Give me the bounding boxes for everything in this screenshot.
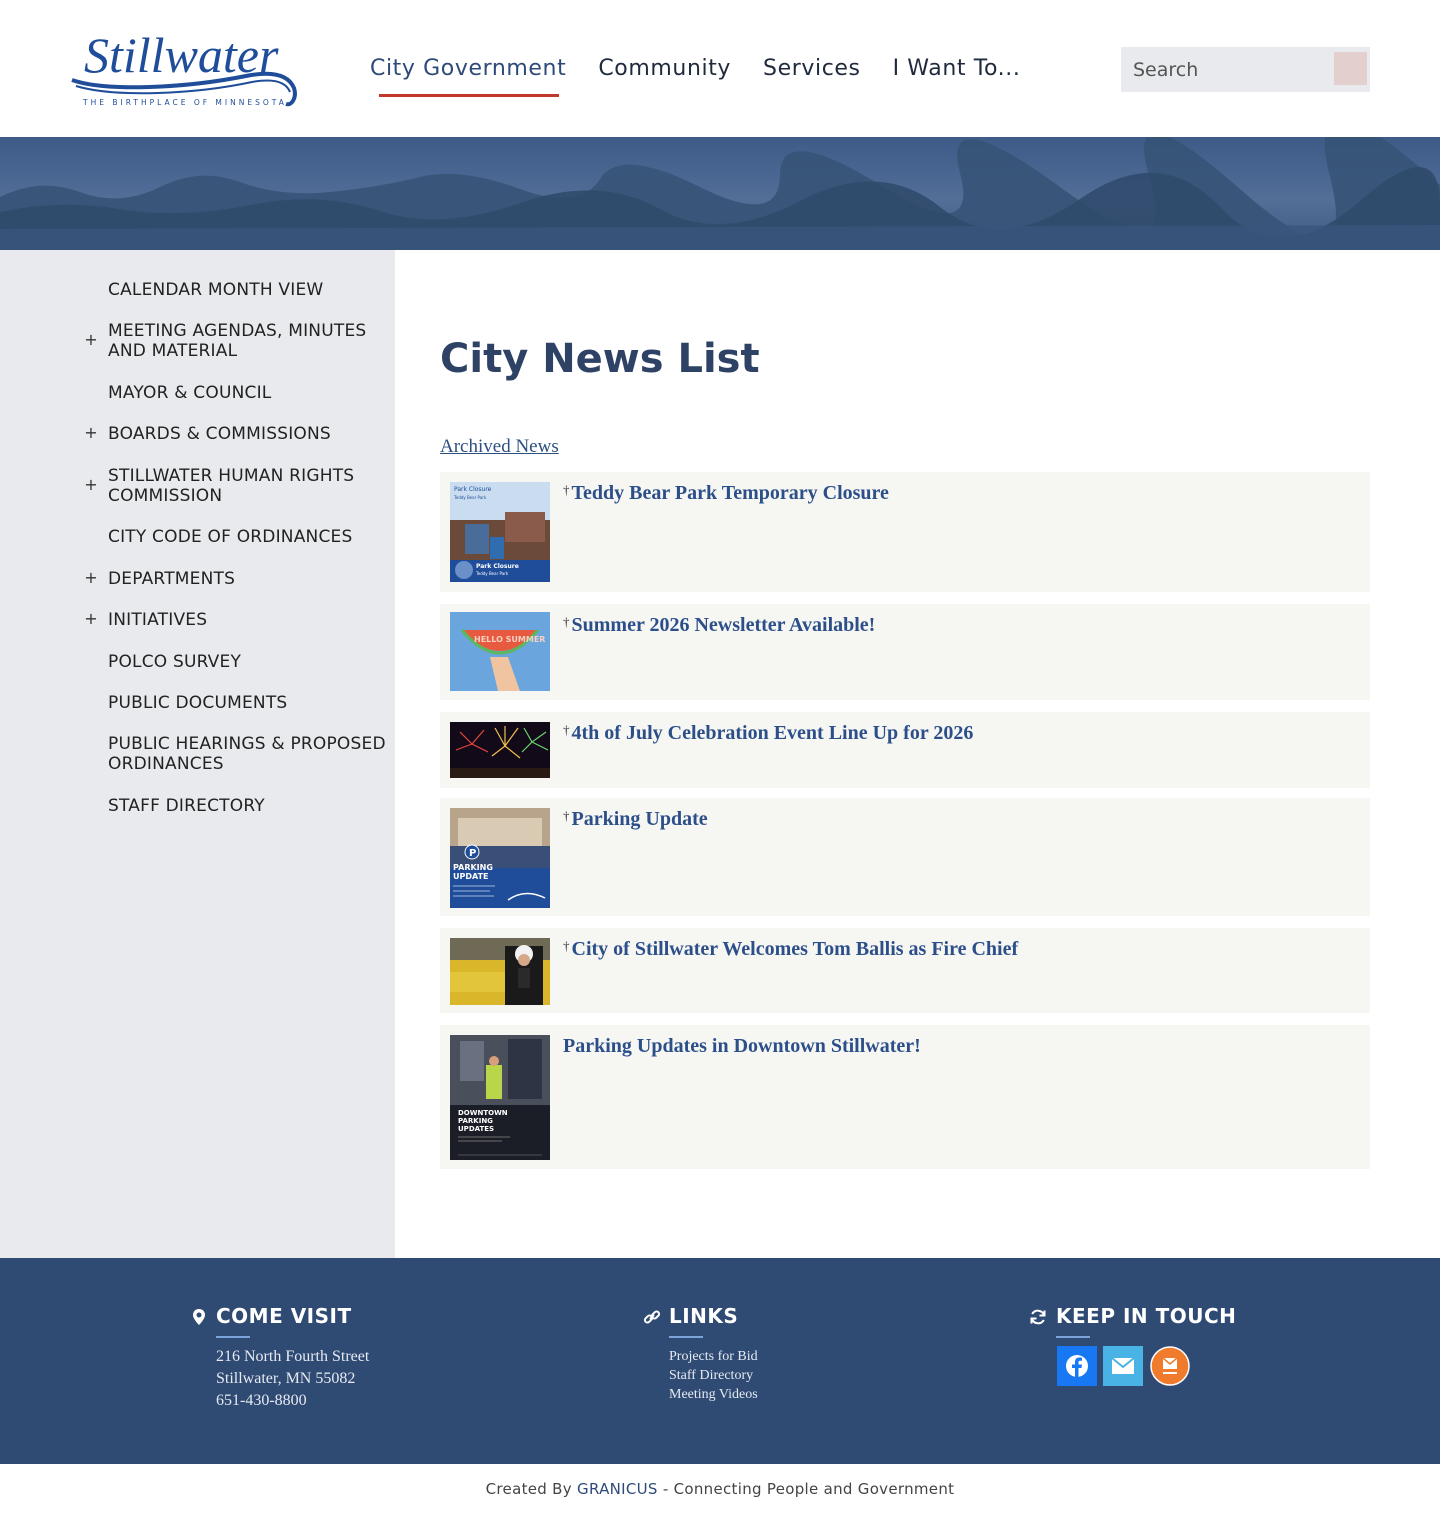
email-icon[interactable] [1103, 1346, 1143, 1386]
svg-text:Teddy Bear Park: Teddy Bear Park [453, 495, 487, 500]
svg-text:UPDATE: UPDATE [453, 872, 489, 881]
site-header: Stillwater THE BIRTHPLACE OF MINNESOTA C… [0, 0, 1440, 137]
news-thumbnail[interactable]: DOWNTOWN PARKING UPDATES [450, 1035, 550, 1160]
nav-community[interactable]: Community [598, 52, 731, 86]
facebook-icon[interactable] [1057, 1346, 1097, 1386]
expand-plus-icon[interactable]: + [84, 568, 98, 587]
page-title: City News List [440, 336, 760, 382]
sidebar-item-initiatives[interactable]: INITIATIVES [108, 610, 388, 630]
sidebar-item-human-rights-commission[interactable]: STILLWATER HUMAN RIGHTS COMMISSION [108, 466, 388, 506]
svg-text:Stillwater: Stillwater [84, 27, 279, 83]
nav-city-government[interactable]: City Government [370, 52, 566, 97]
pushpin-icon: † [563, 722, 570, 737]
svg-text:Teddy Bear Park: Teddy Bear Park [475, 571, 509, 576]
expand-plus-icon[interactable]: + [84, 475, 98, 494]
credit-suffix: - Connecting People and Government [662, 1480, 955, 1498]
footer-heading-come-visit: COME VISIT [216, 1304, 352, 1338]
news-item: Park Closure Teddy Bear Park Park Closur… [440, 472, 1370, 592]
search-button[interactable] [1334, 52, 1367, 85]
hero-banner [0, 137, 1440, 250]
link-icon [643, 1308, 661, 1326]
logo-tagline: THE BIRTHPLACE OF MINNESOTA [82, 98, 287, 107]
footer-link-projects-for-bid[interactable]: Projects for Bid [669, 1347, 758, 1366]
news-item: † 4th of July Celebration Event Line Up f… [440, 712, 1370, 788]
news-title-link[interactable]: † 4th of July Celebration Event Line Up f… [563, 722, 973, 745]
pushpin-icon: † [563, 808, 570, 823]
news-title-link[interactable]: † Teddy Bear Park Temporary Closure [563, 482, 889, 505]
nav-services[interactable]: Services [763, 52, 861, 86]
newsletter-signup-icon[interactable] [1150, 1346, 1190, 1386]
news-title-link[interactable]: Parking Updates in Downtown Stillwater! [563, 1035, 921, 1058]
footer-address-line1: 216 North Fourth Street [216, 1348, 370, 1365]
news-title-link[interactable]: † City of Stillwater Welcomes Tom Ballis … [563, 938, 1018, 961]
news-thumbnail[interactable] [450, 722, 550, 778]
credit-bar: Created By GRANICUS - Connecting People … [0, 1464, 1440, 1514]
sidebar-item-public-hearings[interactable]: PUBLIC HEARINGS & PROPOSED ORDINANCES [108, 734, 388, 774]
map-pin-icon [190, 1308, 208, 1326]
sidebar-item-calendar-month-view[interactable]: CALENDAR MONTH VIEW [108, 280, 388, 300]
refresh-icon [1029, 1308, 1047, 1326]
svg-text:Park Closure: Park Closure [454, 486, 492, 493]
search-box [1121, 47, 1370, 92]
pushpin-icon: † [563, 482, 570, 497]
svg-text:DOWNTOWN: DOWNTOWN [458, 1109, 508, 1117]
footer-link-meeting-videos[interactable]: Meeting Videos [669, 1385, 758, 1404]
expand-plus-icon[interactable]: + [84, 330, 98, 349]
svg-text:HELLO SUMMER: HELLO SUMMER [474, 635, 545, 644]
footer-heading-links: LINKS [669, 1304, 738, 1338]
sidebar-item-meeting-agendas[interactable]: MEETING AGENDAS, MINUTES AND MATERIAL [108, 321, 388, 361]
svg-text:UPDATES: UPDATES [458, 1125, 494, 1133]
news-item: HELLO SUMMER † Summer 2026 Newsletter Ava… [440, 604, 1370, 700]
search-input[interactable] [1121, 47, 1326, 92]
sidebar-item-city-code[interactable]: CITY CODE OF ORDINANCES [108, 527, 388, 547]
news-thumbnail[interactable]: P PARKING UPDATE [450, 808, 550, 908]
news-item: † City of Stillwater Welcomes Tom Ballis … [440, 928, 1370, 1013]
news-item: DOWNTOWN PARKING UPDATES Parking Updates… [440, 1025, 1370, 1169]
svg-text:PARKING: PARKING [458, 1117, 493, 1125]
pushpin-icon: † [563, 614, 570, 629]
sidebar-item-polco-survey[interactable]: POLCO SURVEY [108, 652, 388, 672]
stillwater-logo[interactable]: Stillwater THE BIRTHPLACE OF MINNESOTA [66, 18, 306, 114]
news-thumbnail[interactable]: HELLO SUMMER [450, 612, 550, 691]
site-footer: COME VISIT 216 North Fourth Street Still… [0, 1258, 1440, 1464]
svg-text:PARKING: PARKING [453, 863, 493, 872]
pushpin-icon: † [563, 938, 570, 953]
sidebar-item-staff-directory[interactable]: STAFF DIRECTORY [108, 796, 388, 816]
archived-news-link[interactable]: Archived News [440, 436, 559, 458]
news-title-link[interactable]: † Summer 2026 Newsletter Available! [563, 614, 875, 637]
footer-heading-keep-in-touch: KEEP IN TOUCH [1056, 1304, 1236, 1338]
nav-i-want-to[interactable]: I Want To... [893, 52, 1021, 86]
granicus-link[interactable]: GRANICUS [577, 1480, 658, 1498]
news-thumbnail[interactable] [450, 938, 550, 1005]
main-nav: City Government Community Services I Wan… [370, 52, 1052, 97]
sidebar-item-public-documents[interactable]: PUBLIC DOCUMENTS [108, 693, 388, 713]
sidebar: CALENDAR MONTH VIEW + MEETING AGENDAS, M… [0, 250, 395, 1258]
expand-plus-icon[interactable]: + [84, 609, 98, 628]
news-thumbnail[interactable]: Park Closure Teddy Bear Park Park Closur… [450, 482, 550, 582]
svg-text:Park Closure: Park Closure [476, 563, 519, 570]
expand-plus-icon[interactable]: + [84, 423, 98, 442]
footer-link-staff-directory[interactable]: Staff Directory [669, 1366, 753, 1385]
sidebar-item-departments[interactable]: DEPARTMENTS [108, 569, 388, 589]
news-item: P PARKING UPDATE † Parking Update [440, 798, 1370, 916]
svg-text:P: P [469, 848, 476, 859]
credit-prefix: Created By [485, 1480, 572, 1498]
footer-address-line2: Stillwater, MN 55082 [216, 1370, 356, 1387]
footer-phone[interactable]: 651-430-8800 [216, 1390, 307, 1412]
news-title-link[interactable]: † Parking Update [563, 808, 708, 831]
sidebar-item-mayor-council[interactable]: MAYOR & COUNCIL [108, 383, 388, 403]
sidebar-item-boards-commissions[interactable]: BOARDS & COMMISSIONS [108, 424, 388, 444]
